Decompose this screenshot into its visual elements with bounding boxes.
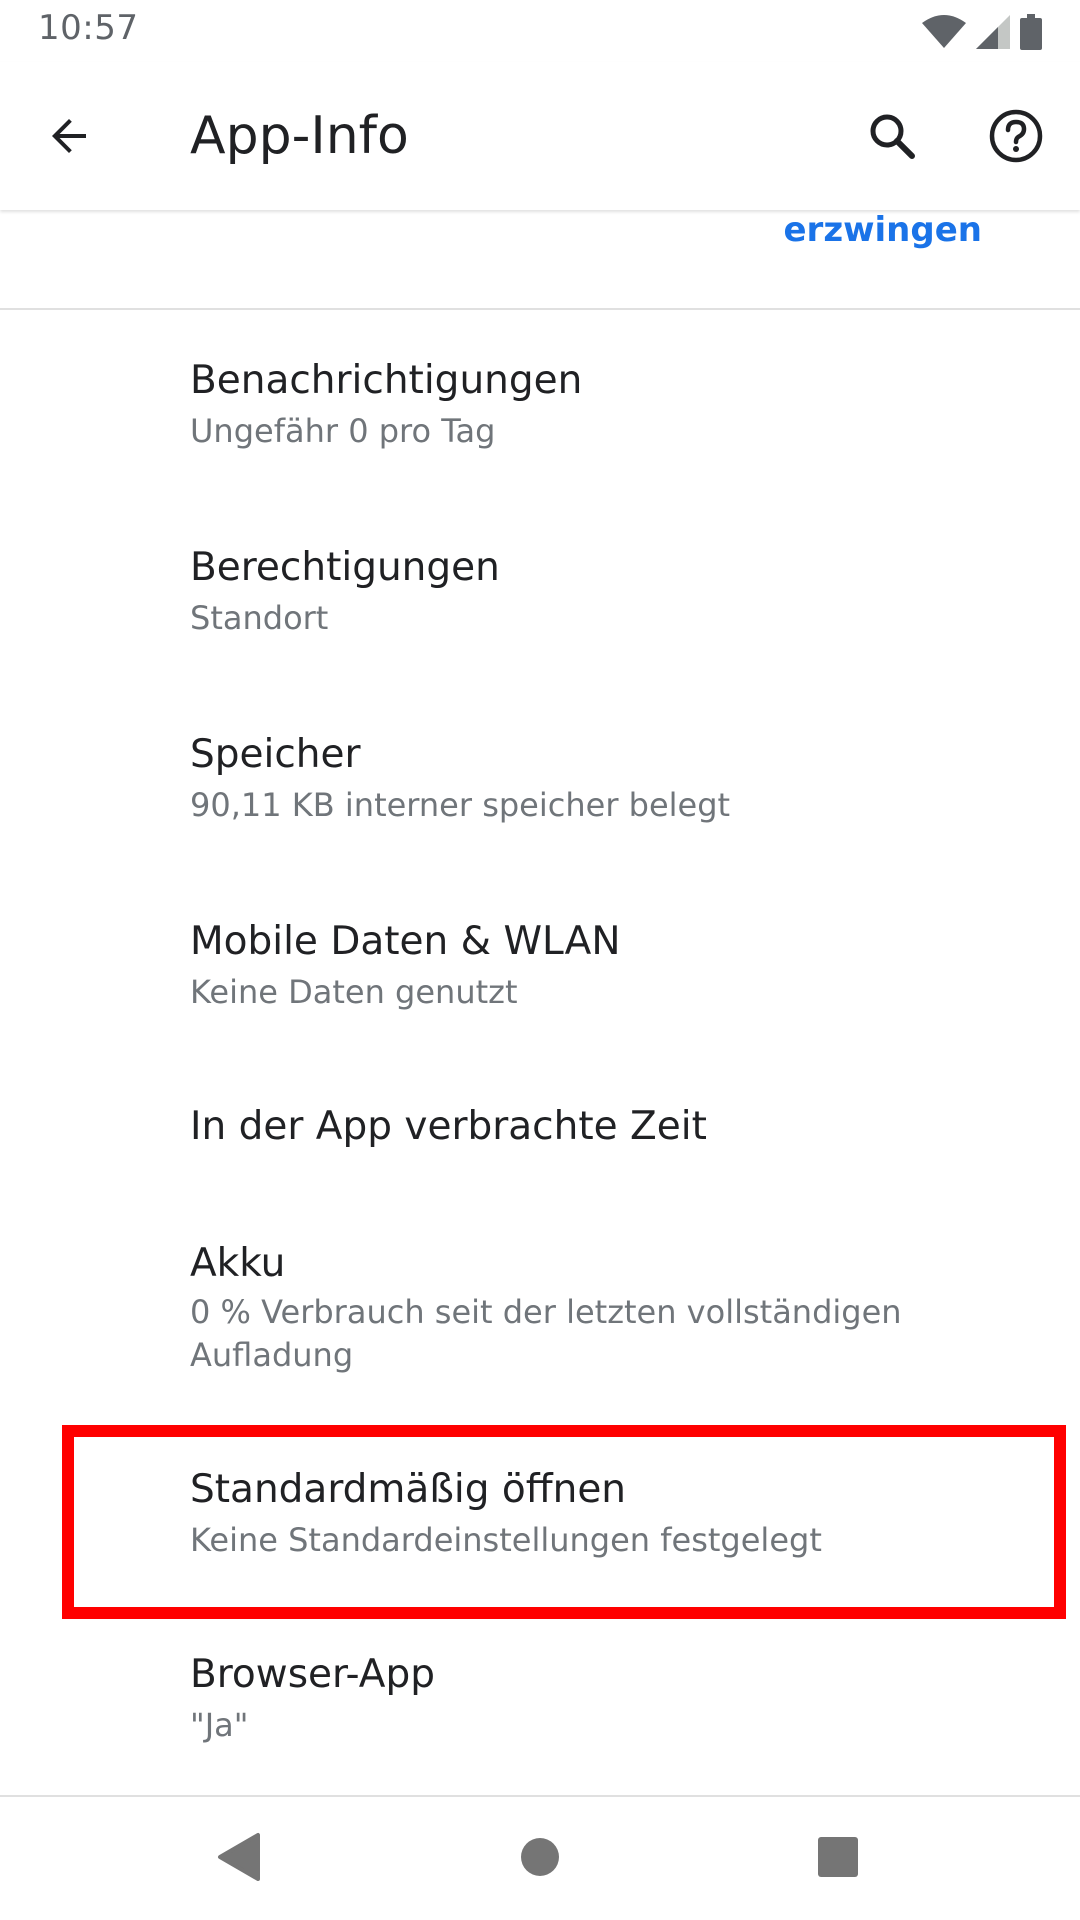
item-subtitle: Keine Standardeinstellungen festgelegt <box>190 1521 822 1559</box>
app-bar: App-Info <box>0 62 1080 210</box>
search-icon <box>870 114 915 159</box>
status-time: 10:57 <box>38 8 139 48</box>
list-item-browser-app[interactable]: Browser-App "Ja" <box>0 1622 1080 1792</box>
item-subtitle: Standort <box>190 599 329 637</box>
home-circle-icon <box>521 1838 559 1876</box>
list-item-open-by-default[interactable]: Standardmäßig öffnen Keine Standardeinst… <box>0 1437 1080 1607</box>
item-subtitle: Ungefähr 0 pro Tag <box>190 412 496 450</box>
item-subtitle: "Ja" <box>190 1706 249 1744</box>
item-title: Benachrichtigungen <box>190 358 583 403</box>
back-button[interactable] <box>40 106 100 166</box>
divider <box>0 308 1080 310</box>
status-bar: 10:57 <box>0 0 1080 62</box>
list-item-mobile-data-wlan[interactable]: Mobile Daten & WLAN Keine Daten genutzt <box>0 901 1080 1071</box>
item-title: Akku <box>190 1241 286 1286</box>
navigation-bar <box>0 1797 1080 1920</box>
list-item-permissions[interactable]: Berechtigungen Standort <box>0 527 1080 697</box>
list-item-time-spent-in-app[interactable]: In der App verbrachte Zeit <box>0 1088 1080 1238</box>
nav-home-button[interactable] <box>500 1817 580 1897</box>
item-subtitle: Keine Daten genutzt <box>190 973 518 1011</box>
item-title: Browser-App <box>190 1652 435 1697</box>
list-item-battery[interactable]: Akku 0 % Verbrauch seit der letzten voll… <box>0 1237 1080 1412</box>
battery-icon <box>1020 14 1042 50</box>
wifi-icon <box>922 15 966 48</box>
help-icon <box>989 109 1043 163</box>
force-stop-button[interactable]: erzwingen <box>784 210 983 250</box>
item-title: Standardmäßig öffnen <box>190 1467 627 1512</box>
recents-square-icon <box>818 1837 858 1877</box>
item-subtitle: 0 % Verbrauch seit der letzten vollständ… <box>190 1293 902 1374</box>
list-item-storage[interactable]: Speicher 90,11 KB interner speicher bele… <box>0 714 1080 884</box>
status-icons <box>922 12 1042 52</box>
search-button[interactable] <box>862 106 922 166</box>
arrow-back-icon <box>52 119 86 153</box>
signal-icon <box>976 15 1010 49</box>
nav-back-button[interactable] <box>198 1817 278 1897</box>
help-button[interactable] <box>984 104 1048 168</box>
nav-recents-button[interactable] <box>798 1817 878 1897</box>
back-triangle-icon <box>218 1833 260 1881</box>
list-item-notifications[interactable]: Benachrichtigungen Ungefähr 0 pro Tag <box>0 340 1080 510</box>
page-title: App-Info <box>190 106 409 166</box>
item-title: In der App verbrachte Zeit <box>190 1104 707 1149</box>
item-subtitle: 90,11 KB interner speicher belegt <box>190 786 731 824</box>
item-title: Berechtigungen <box>190 545 500 590</box>
item-title: Speicher <box>190 732 361 777</box>
item-title: Mobile Daten & WLAN <box>190 919 621 964</box>
